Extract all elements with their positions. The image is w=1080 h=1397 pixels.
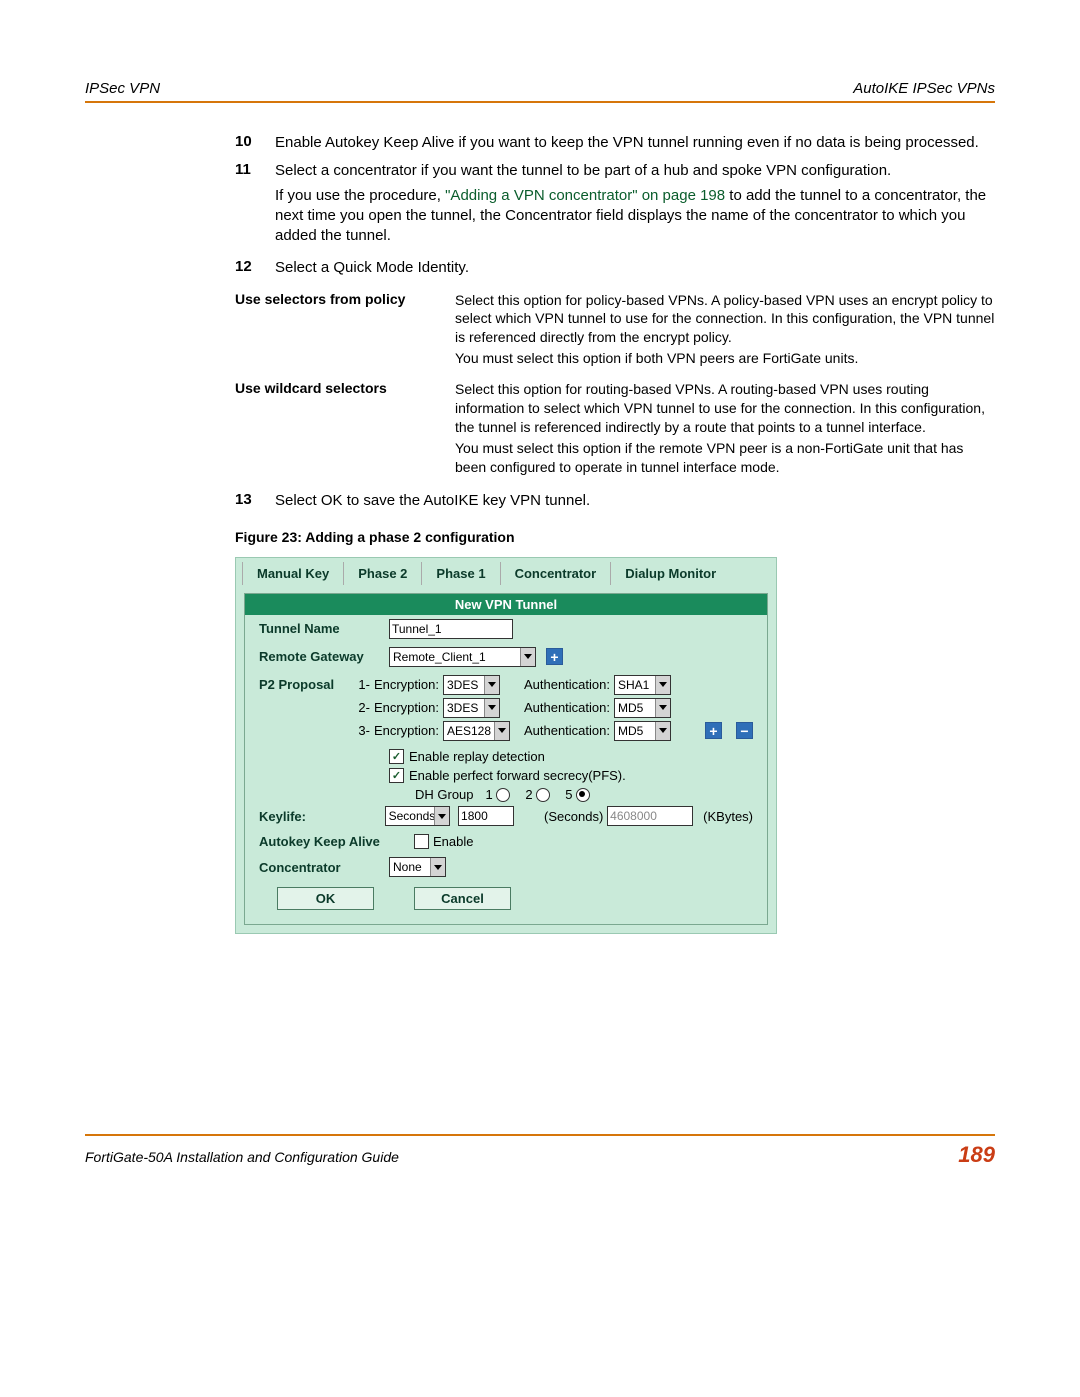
step-text: Select OK to save the AutoIKE key VPN tu… <box>275 491 995 511</box>
chevron-down-icon <box>494 722 509 740</box>
step-text: Select a concentrator if you want the tu… <box>275 161 995 181</box>
step-text: Enable Autokey Keep Alive if you want to… <box>275 133 995 153</box>
panel-title: New VPN Tunnel <box>245 594 767 615</box>
keylife-kbytes-input <box>607 806 693 826</box>
definition-desc: You must select this option if the remot… <box>455 439 995 477</box>
tab-manual-key[interactable]: Manual Key <box>242 562 343 585</box>
header-left: IPSec VPN <box>85 80 160 97</box>
dh-2-radio[interactable] <box>536 788 550 802</box>
auth-3-select[interactable]: MD5 <box>614 721 671 741</box>
header-right: AutoIKE IPSec VPNs <box>853 80 995 97</box>
label-remote-gateway: Remote Gateway <box>259 649 389 664</box>
footer-rule <box>85 1134 995 1136</box>
label-kbytes-unit: (KBytes) <box>703 809 753 824</box>
label-tunnel-name: Tunnel Name <box>259 621 389 636</box>
chevron-down-icon <box>484 699 499 717</box>
definition-term: Use wildcard selectors <box>235 380 455 396</box>
chevron-down-icon <box>655 699 670 717</box>
label-autokey: Autokey Keep Alive <box>259 834 414 849</box>
replay-detection-checkbox[interactable]: ✓ <box>389 749 404 764</box>
label-dh-group: DH Group <box>415 787 474 802</box>
auth-1-select[interactable]: SHA1 <box>614 675 671 695</box>
vpn-config-panel: Manual Key Phase 2 Phase 1 Concentrator … <box>235 557 777 935</box>
step-text: If you use the procedure, "Adding a VPN … <box>275 186 995 247</box>
figure-caption: Figure 23: Adding a phase 2 configuratio… <box>235 529 995 545</box>
tunnel-name-input[interactable] <box>389 619 513 639</box>
label-enable: Enable <box>433 834 473 849</box>
auth-2-select[interactable]: MD5 <box>614 698 671 718</box>
label-p2-proposal: P2 Proposal <box>259 675 358 692</box>
encryption-1-select[interactable]: 3DES <box>443 675 500 695</box>
header-rule <box>85 101 995 103</box>
chevron-down-icon <box>430 858 445 876</box>
add-icon[interactable]: + <box>705 722 722 739</box>
dh-5-radio[interactable] <box>576 788 590 802</box>
remote-gateway-select[interactable]: Remote_Client_1 <box>389 647 536 667</box>
chevron-down-icon <box>484 676 499 694</box>
label-replay-detection: Enable replay detection <box>409 749 545 764</box>
chevron-down-icon <box>434 807 449 825</box>
cross-ref-link[interactable]: "Adding a VPN concentrator" on page 198 <box>445 187 725 204</box>
label-keylife: Keylife: <box>259 809 385 824</box>
encryption-2-select[interactable]: 3DES <box>443 698 500 718</box>
tab-phase-1[interactable]: Phase 1 <box>421 562 499 585</box>
label-pfs: Enable perfect forward secrecy(PFS). <box>409 768 626 783</box>
definition-term: Use selectors from policy <box>235 291 455 307</box>
chevron-down-icon <box>655 722 670 740</box>
chevron-down-icon <box>655 676 670 694</box>
definition-desc: You must select this option if both VPN … <box>455 349 995 368</box>
cancel-button[interactable]: Cancel <box>414 887 511 910</box>
ok-button[interactable]: OK <box>277 887 374 910</box>
add-icon[interactable]: + <box>546 648 563 665</box>
tab-concentrator[interactable]: Concentrator <box>500 562 611 585</box>
step-number: 12 <box>235 258 275 278</box>
label-seconds-unit: (Seconds) <box>544 809 603 824</box>
keylife-unit-select[interactable]: Seconds <box>385 806 451 826</box>
keylife-seconds-input[interactable] <box>458 806 514 826</box>
definition-desc: Select this option for routing-based VPN… <box>455 380 995 437</box>
step-number: 11 <box>235 161 275 250</box>
page-number: 189 <box>958 1142 995 1168</box>
chevron-down-icon <box>520 648 535 666</box>
remove-icon[interactable]: − <box>736 722 753 739</box>
definition-desc: Select this option for policy-based VPNs… <box>455 291 995 348</box>
footer-guide-title: FortiGate-50A Installation and Configura… <box>85 1149 399 1165</box>
pfs-checkbox[interactable]: ✓ <box>389 768 404 783</box>
label-concentrator: Concentrator <box>259 860 389 875</box>
autokey-enable-checkbox[interactable] <box>414 834 429 849</box>
step-number: 10 <box>235 133 275 153</box>
step-text: Select a Quick Mode Identity. <box>275 258 995 278</box>
tab-dialup-monitor[interactable]: Dialup Monitor <box>610 562 730 585</box>
tab-phase-2[interactable]: Phase 2 <box>343 562 421 585</box>
concentrator-select[interactable]: None <box>389 857 446 877</box>
dh-1-radio[interactable] <box>496 788 510 802</box>
step-number: 13 <box>235 491 275 511</box>
encryption-3-select[interactable]: AES128 <box>443 721 510 741</box>
